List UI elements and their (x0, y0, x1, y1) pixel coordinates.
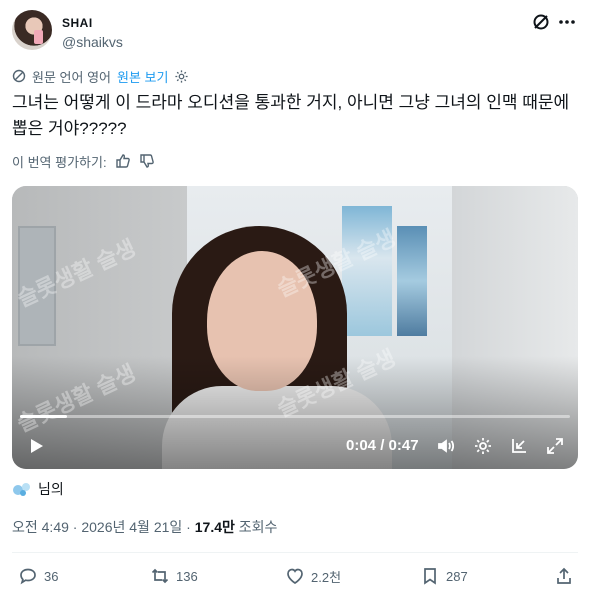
repost-button[interactable]: 136 (150, 566, 198, 586)
tweet-date[interactable]: 2026년 4월 21일 (81, 519, 182, 535)
play-icon[interactable] (26, 436, 46, 456)
video-time: 0:04 / 0:47 (346, 437, 419, 454)
like-button[interactable]: 2.2천 (285, 566, 341, 586)
video-progress-fill (20, 415, 67, 418)
tweet-header: SHAI @shaikvs (12, 10, 578, 56)
more-icon[interactable] (557, 12, 577, 32)
view-label: 조회수 (238, 519, 278, 535)
author-name[interactable]: SHAI (62, 16, 93, 30)
like-count: 2.2천 (311, 569, 342, 585)
heart-icon (287, 568, 303, 584)
show-original-link[interactable]: 원본 보기 (117, 67, 168, 86)
bookmark-count: 287 (446, 568, 468, 584)
fullscreen-icon[interactable] (545, 436, 565, 456)
share-button[interactable] (554, 566, 580, 586)
translation-row: 원문 언어 영어 원본 보기 (12, 67, 189, 85)
reply-count: 36 (44, 568, 59, 584)
liked-by-label: 님의 (38, 481, 64, 497)
action-bar: 36 136 2.2천 287 (12, 566, 578, 590)
rate-translation-row: 이 번역 평가하기: (12, 151, 155, 171)
divider (12, 552, 578, 553)
bubbles-icon (13, 483, 30, 496)
tweet-meta: 오전 4:49 · 2026년 4월 21일 · 17.4만 조회수 (12, 519, 278, 535)
gear-icon[interactable] (174, 69, 189, 84)
liked-by[interactable]: 님의 (12, 479, 64, 499)
repost-icon (151, 568, 169, 584)
repost-count: 136 (176, 568, 198, 584)
bookmark-icon (424, 568, 436, 585)
share-icon (557, 567, 571, 584)
reply-button[interactable]: 36 (18, 566, 58, 586)
reply-icon (20, 568, 36, 585)
video-player[interactable]: 슬롯생활 슬생 슬롯생활 슬생 슬롯생활 슬생 슬롯생활 슬생 0:04 / 0… (12, 186, 578, 469)
volume-icon[interactable] (436, 436, 456, 456)
video-progress-bar[interactable] (20, 415, 570, 418)
author-handle[interactable]: @shaikvs (62, 34, 123, 50)
pip-icon[interactable] (509, 436, 529, 456)
avatar[interactable] (12, 10, 52, 50)
settings-icon[interactable] (473, 436, 493, 456)
translate-icon (12, 69, 26, 83)
translation-note: 원문 언어 영어 (32, 69, 111, 85)
bookmark-button[interactable]: 287 (420, 566, 468, 586)
view-count: 17.4만 (194, 519, 235, 535)
rate-translation-label: 이 번역 평가하기: (12, 154, 107, 170)
tweet-time[interactable]: 오전 4:49 (12, 519, 69, 535)
tweet-text: 그녀는 어떻게 이 드라마 오디션을 통과한 거지, 아니면 그냥 그녀의 인맥… (12, 93, 570, 138)
grok-icon[interactable] (531, 12, 551, 32)
thumbs-down-icon[interactable] (139, 153, 155, 169)
thumbs-up-icon[interactable] (115, 153, 131, 169)
